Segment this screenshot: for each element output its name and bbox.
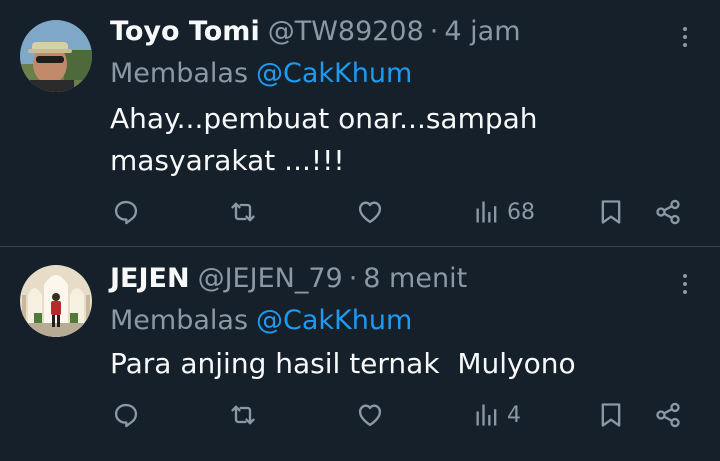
timestamp[interactable]: 8 menit bbox=[363, 263, 467, 294]
author-handle[interactable]: @TW89208 bbox=[268, 16, 424, 47]
reply-icon bbox=[112, 198, 140, 226]
tweet-header: Toyo Tomi @TW89208 · 4 jam bbox=[110, 16, 521, 50]
tweet-text-line: masyarakat ...!!! bbox=[110, 144, 345, 177]
like-button[interactable] bbox=[356, 398, 384, 432]
bookmark-icon bbox=[597, 198, 625, 226]
reply-mention[interactable]: @CakKhum bbox=[256, 305, 412, 336]
bookmark-button[interactable] bbox=[597, 195, 625, 229]
action-bar: 68 bbox=[0, 195, 720, 229]
author-name[interactable]: Toyo Tomi bbox=[110, 16, 260, 47]
heart-icon bbox=[356, 198, 384, 226]
share-icon bbox=[654, 198, 682, 226]
tweet-item[interactable]: Toyo Tomi @TW89208 · 4 jam Membalas @CakK… bbox=[0, 0, 720, 246]
author-handle[interactable]: @JEJEN_79 bbox=[198, 263, 343, 294]
reply-icon bbox=[112, 401, 140, 429]
reply-prefix: Membalas bbox=[110, 305, 249, 336]
reply-prefix: Membalas bbox=[110, 58, 249, 89]
views-count: 4 bbox=[507, 402, 521, 428]
retweet-icon bbox=[229, 198, 257, 226]
like-button[interactable] bbox=[356, 195, 384, 229]
tweet-text-line: Para anjing hasil ternak Mulyono bbox=[110, 347, 576, 380]
bookmark-icon bbox=[597, 401, 625, 429]
more-icon[interactable] bbox=[674, 269, 696, 299]
retweet-icon bbox=[229, 401, 257, 429]
reply-context: Membalas @CakKhum bbox=[110, 58, 412, 89]
share-button[interactable] bbox=[654, 195, 682, 229]
tweet-text: Ahay...pembuat onar...sampah masyarakat … bbox=[110, 98, 610, 182]
tweet-text-line: Ahay...pembuat onar...sampah bbox=[110, 102, 538, 135]
reply-mention[interactable]: @CakKhum bbox=[256, 58, 412, 89]
reply-button[interactable] bbox=[112, 398, 140, 432]
heart-icon bbox=[356, 401, 384, 429]
author-name[interactable]: JEJEN bbox=[110, 263, 190, 294]
reply-button[interactable] bbox=[112, 195, 140, 229]
views-count: 68 bbox=[507, 199, 535, 225]
avatar[interactable] bbox=[20, 20, 92, 92]
separator-dot: · bbox=[348, 263, 358, 294]
tweet-item[interactable]: JEJEN @JEJEN_79 · 8 menit Membalas @CakKh… bbox=[0, 247, 720, 461]
views-button[interactable]: 68 bbox=[473, 195, 535, 229]
action-bar: 4 bbox=[0, 398, 720, 432]
bookmark-button[interactable] bbox=[597, 398, 625, 432]
tweet-text: Para anjing hasil ternak Mulyono bbox=[110, 343, 610, 385]
share-button[interactable] bbox=[654, 398, 682, 432]
views-button[interactable]: 4 bbox=[473, 398, 521, 432]
views-icon bbox=[473, 401, 501, 429]
views-icon bbox=[473, 198, 501, 226]
reply-context: Membalas @CakKhum bbox=[110, 305, 412, 336]
tweet-header: JEJEN @JEJEN_79 · 8 menit bbox=[110, 263, 467, 297]
more-icon[interactable] bbox=[674, 22, 696, 52]
retweet-button[interactable] bbox=[229, 195, 257, 229]
avatar[interactable] bbox=[20, 265, 92, 337]
share-icon bbox=[654, 401, 682, 429]
separator-dot: · bbox=[429, 16, 439, 47]
timestamp[interactable]: 4 jam bbox=[444, 16, 520, 47]
retweet-button[interactable] bbox=[229, 398, 257, 432]
